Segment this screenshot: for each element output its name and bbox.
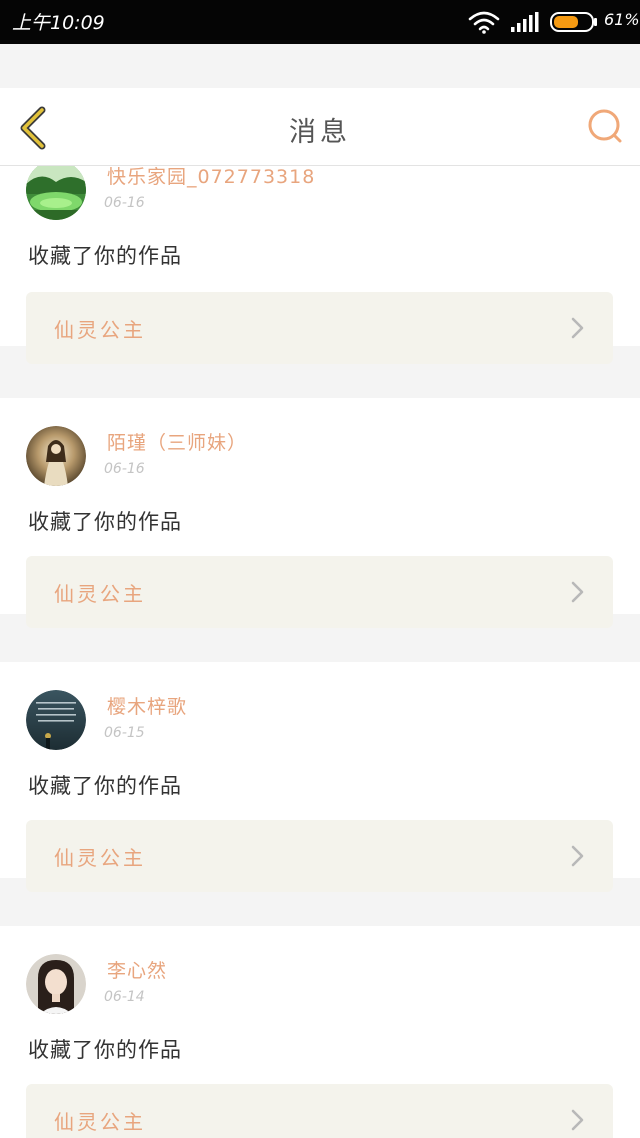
search-icon[interactable] [584,105,626,147]
chevron-right-icon [571,845,584,867]
work-link[interactable]: 仙灵公主 [26,292,613,364]
avatar[interactable] [26,954,86,1014]
message-date: 06-15 [104,725,145,741]
page-title: 消息 [289,117,351,148]
username[interactable]: 樱木梓歌 [107,692,187,719]
work-title: 仙灵公主 [54,846,146,870]
action-text: 收藏了你的作品 [28,244,182,268]
wifi-icon [468,11,500,34]
message-list: 快乐家园_072773318 06-16 收藏了你的作品 仙灵公主 陌瑾（三师妹… [0,166,640,1138]
username[interactable]: 快乐家园_072773318 [107,166,315,189]
message-date: 06-16 [104,195,145,211]
work-title: 仙灵公主 [54,318,146,342]
signal-icon [511,12,539,32]
status-time: 上午10:09 [12,12,105,34]
work-link[interactable]: 仙灵公主 [26,1084,613,1138]
message-card: 快乐家园_072773318 06-16 收藏了你的作品 仙灵公主 [0,166,640,364]
header: 消息 [0,88,640,166]
action-text: 收藏了你的作品 [28,774,182,798]
work-title: 仙灵公主 [54,1110,146,1134]
message-date: 06-16 [104,461,145,477]
avatar[interactable] [26,166,86,220]
chevron-right-icon [571,581,584,603]
message-date: 06-14 [104,989,145,1005]
message-card: 李心然 06-14 收藏了你的作品 仙灵公主 [0,926,640,1138]
avatar[interactable] [26,426,86,486]
action-text: 收藏了你的作品 [28,510,182,534]
avatar[interactable] [26,690,86,750]
chevron-right-icon [571,317,584,339]
username[interactable]: 李心然 [107,956,167,983]
username[interactable]: 陌瑾（三师妹） [107,428,247,455]
work-link[interactable]: 仙灵公主 [26,556,613,628]
work-title: 仙灵公主 [54,582,146,606]
message-card: 樱木梓歌 06-15 收藏了你的作品 仙灵公主 [0,662,640,892]
battery-percent: 61% [604,10,640,29]
action-text: 收藏了你的作品 [28,1038,182,1062]
battery-icon [550,12,597,32]
work-link[interactable]: 仙灵公主 [26,820,613,892]
status-bar: 上午10:09 61% [0,0,640,44]
chevron-right-icon [571,1109,584,1131]
message-card: 陌瑾（三师妹） 06-16 收藏了你的作品 仙灵公主 [0,398,640,628]
